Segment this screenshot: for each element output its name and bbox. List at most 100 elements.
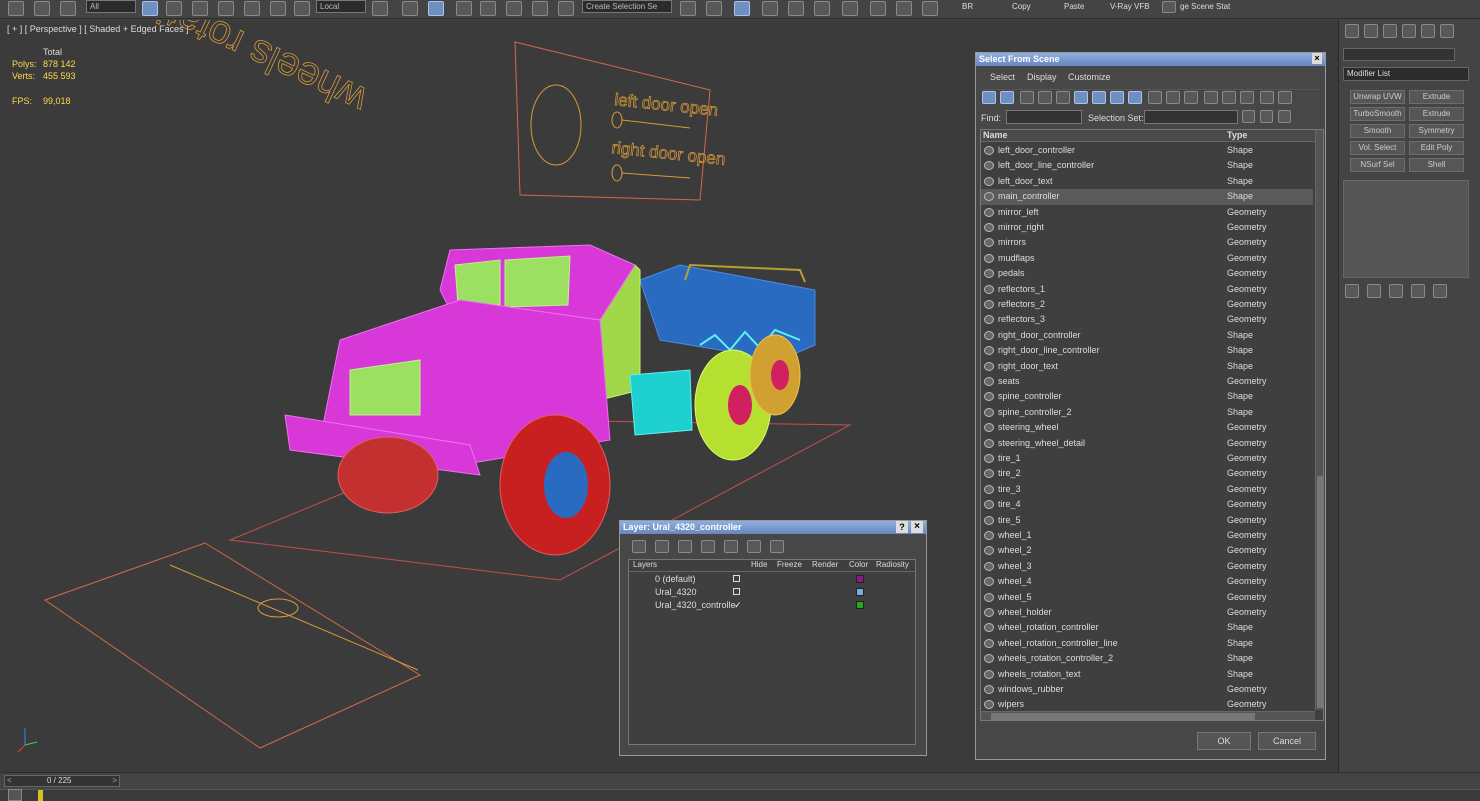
scene-object-row[interactable]: wheel_holder Geometry [981, 605, 1313, 620]
scene-object-row[interactable]: spine_controller Shape [981, 389, 1313, 404]
sort-icon[interactable] [1278, 91, 1292, 104]
scene-object-row[interactable]: right_door_controller Shape [981, 328, 1313, 343]
scene-object-row[interactable]: left_door_controller Shape [981, 143, 1313, 158]
col-radiosity[interactable]: Radiosity [876, 560, 909, 569]
horizontal-scroll-thumb[interactable] [991, 713, 1255, 720]
layer-row[interactable]: 0 (default) [629, 573, 916, 586]
display-frozen-icon[interactable] [1184, 91, 1198, 104]
layer-help-button[interactable]: ? [896, 521, 908, 533]
time-slider[interactable]: < 0 / 225 > [4, 775, 120, 787]
select-rotate-icon[interactable] [270, 1, 286, 16]
layer-current-checkbox[interactable] [733, 575, 740, 582]
edit-named-selection-icon[interactable] [558, 1, 574, 16]
show-end-result-icon[interactable] [1367, 284, 1381, 298]
toolbar-label-scene-states[interactable]: ge Scene Stat [1180, 2, 1230, 11]
col-render[interactable]: Render [812, 560, 838, 569]
display-lights-icon[interactable] [1038, 91, 1052, 104]
create-layer-icon[interactable] [632, 540, 646, 553]
scene-object-row[interactable]: wheel_5 Geometry [981, 590, 1313, 605]
unwrap-uvw-button[interactable]: Unwrap UVW [1350, 90, 1405, 104]
layer-row[interactable]: Ural_4320 [629, 586, 916, 599]
scene-object-row[interactable]: spine_controller_2 Shape [981, 405, 1313, 420]
spinner-snap-icon[interactable] [532, 1, 548, 16]
scene-object-list[interactable]: Name Type left_door_controller Shape left_… [980, 129, 1324, 721]
scene-object-row[interactable]: tire_3 Geometry [981, 482, 1313, 497]
scene-object-row[interactable]: steering_wheel_detail Geometry [981, 436, 1313, 451]
col-freeze[interactable]: Freeze [777, 560, 802, 569]
bind-space-warp-icon[interactable] [60, 1, 76, 16]
modifier-stack[interactable] [1343, 180, 1469, 278]
scene-object-row[interactable]: tire_5 Geometry [981, 513, 1313, 528]
display-spacewarps-icon[interactable] [1092, 91, 1106, 104]
scene-object-row[interactable]: tire_1 Geometry [981, 451, 1313, 466]
add-to-selection-set-icon[interactable] [1260, 110, 1273, 123]
select-move-icon[interactable] [244, 1, 260, 16]
find-input[interactable] [1006, 110, 1082, 124]
extrude-button[interactable]: Extrude [1409, 90, 1464, 104]
filter-icon[interactable] [1260, 91, 1274, 104]
scene-object-row[interactable]: tire_2 Geometry [981, 466, 1313, 481]
object-name-field[interactable] [1343, 48, 1455, 61]
scene-object-row[interactable]: wheel_3 Geometry [981, 559, 1313, 574]
unlink-icon[interactable] [34, 1, 50, 16]
layer-color-swatch[interactable] [856, 588, 864, 596]
toolbar-label-copy[interactable]: Copy [1012, 2, 1031, 11]
toolbar-label-paste[interactable]: Paste [1064, 2, 1084, 11]
scene-object-row[interactable]: mirrors Geometry [981, 235, 1313, 250]
scene-object-row[interactable]: reflectors_3 Geometry [981, 312, 1313, 327]
col-type[interactable]: Type [1227, 130, 1247, 140]
scene-object-row[interactable]: windows_rubber Geometry [981, 682, 1313, 697]
scene-object-row[interactable]: reflectors_2 Geometry [981, 297, 1313, 312]
scene-object-row[interactable]: wheels_rotation_text Shape [981, 667, 1313, 682]
col-hide[interactable]: Hide [751, 560, 767, 569]
display-geometry-icon[interactable] [1000, 91, 1014, 104]
smooth-button[interactable]: Smooth [1350, 124, 1405, 138]
scene-object-row[interactable]: wheels_rotation_controller_2 Shape [981, 651, 1313, 666]
menu-customize[interactable]: Customize [1068, 72, 1111, 82]
toolbar-label-vray-vfb[interactable]: V-Ray VFB [1110, 2, 1150, 11]
scene-object-row[interactable]: main_controller Shape [981, 189, 1313, 205]
scene-object-row[interactable]: wheel_1 Geometry [981, 528, 1313, 543]
scene-object-row[interactable]: mirror_right Geometry [981, 220, 1313, 235]
utilities-tab-icon[interactable] [1440, 24, 1454, 38]
scene-states-icon[interactable] [1162, 1, 1176, 13]
pin-stack-icon[interactable] [1345, 284, 1359, 298]
hierarchy-tab-icon[interactable] [1383, 24, 1397, 38]
scene-object-row[interactable]: steering_wheel Geometry [981, 420, 1313, 435]
edit-poly-button[interactable]: Edit Poly [1409, 141, 1464, 155]
display-xrefs-icon[interactable] [1128, 91, 1142, 104]
select-all-icon[interactable] [1204, 91, 1218, 104]
select-dialog-close-button[interactable]: × [1312, 53, 1322, 64]
turbosmooth-button[interactable]: TurboSmooth [1350, 107, 1405, 121]
link-icon[interactable] [8, 1, 24, 16]
scene-object-row[interactable]: left_door_line_controller Shape [981, 158, 1313, 173]
cancel-button[interactable]: Cancel [1258, 732, 1316, 750]
select-none-icon[interactable] [1222, 91, 1236, 104]
scene-object-row[interactable]: mudflaps Geometry [981, 251, 1313, 266]
make-unique-icon[interactable] [1389, 284, 1403, 298]
display-cameras-icon[interactable] [1056, 91, 1070, 104]
pivot-center-icon[interactable] [372, 1, 388, 16]
keyboard-shortcut-override-icon[interactable] [428, 1, 444, 16]
scene-object-row[interactable]: wheel_2 Geometry [981, 543, 1313, 558]
scene-object-row[interactable]: mirror_left Geometry [981, 205, 1313, 220]
shell-button[interactable]: Shell [1409, 158, 1464, 172]
add-to-layer-icon[interactable] [678, 540, 692, 553]
mirror-icon[interactable] [680, 1, 696, 16]
hide-all-layers-icon[interactable] [747, 540, 761, 553]
material-editor-icon[interactable] [842, 1, 858, 16]
menu-select[interactable]: Select [990, 72, 1015, 82]
scene-object-row[interactable]: left_door_text Shape [981, 174, 1313, 189]
scene-object-row[interactable]: wheel_rotation_controller Shape [981, 620, 1313, 635]
layer-dialog-titlebar[interactable]: Layer: Ural_4320_controller ? × [620, 521, 926, 534]
motion-tab-icon[interactable] [1402, 24, 1416, 38]
scene-object-row[interactable]: right_door_text Shape [981, 359, 1313, 374]
display-bones-icon[interactable] [1148, 91, 1162, 104]
render-setup-icon[interactable] [870, 1, 886, 16]
select-object-icon[interactable] [142, 1, 158, 16]
list-horizontal-scrollbar[interactable] [981, 711, 1315, 720]
select-scale-icon[interactable] [294, 1, 310, 16]
nsurf-sel-button[interactable]: NSurf Sel [1350, 158, 1405, 172]
modify-tab-icon[interactable] [1364, 24, 1378, 38]
reference-coordinate-dropdown[interactable]: Local [316, 0, 366, 13]
